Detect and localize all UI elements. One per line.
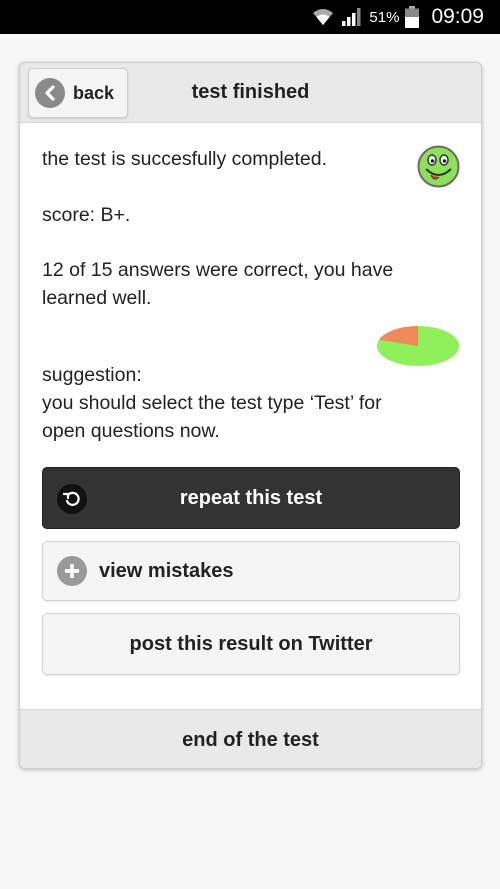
wifi-icon — [311, 7, 335, 27]
battery-percent: 51% — [369, 8, 400, 26]
post-twitter-button[interactable]: post this result on Twitter — [42, 613, 460, 675]
back-label: back — [73, 82, 115, 103]
score-text: score: B+. — [42, 204, 131, 226]
page-title: test finished — [191, 81, 310, 103]
smiley-icon — [417, 145, 460, 188]
signal-icon — [341, 7, 363, 27]
end-test-button[interactable]: end of the test — [20, 709, 481, 768]
dialog-header: back test finished — [20, 63, 481, 123]
repeat-test-button[interactable]: repeat this test — [42, 467, 460, 529]
suggestion-label: suggestion: — [42, 364, 142, 386]
post-twitter-label: post this result on Twitter — [129, 632, 373, 655]
result-dialog: back test finished the test is succesful… — [19, 62, 482, 769]
answers-text-line1: 12 of 15 answers were correct, you have — [42, 259, 394, 281]
chevron-left-icon — [35, 78, 65, 108]
view-mistakes-button[interactable]: view mistakes — [42, 541, 460, 601]
repeat-test-label: repeat this test — [179, 486, 323, 509]
suggestion-line1: you should select the test type ‘Test’ f… — [42, 392, 382, 414]
score-pie-chart — [376, 325, 460, 367]
completed-text: the test is succesfully completed. — [42, 148, 328, 170]
end-test-label: end of the test — [182, 728, 319, 751]
suggestion-line2: open questions now. — [42, 420, 220, 442]
plus-icon — [57, 556, 87, 586]
status-bar: 51% 09:09 — [0, 0, 500, 34]
answers-text-line2: learned well. — [42, 287, 152, 309]
back-button[interactable]: back — [28, 68, 128, 118]
clock: 09:09 — [431, 5, 484, 28]
battery-icon — [405, 6, 420, 28]
view-mistakes-label: view mistakes — [99, 559, 234, 582]
repeat-icon — [57, 484, 87, 514]
